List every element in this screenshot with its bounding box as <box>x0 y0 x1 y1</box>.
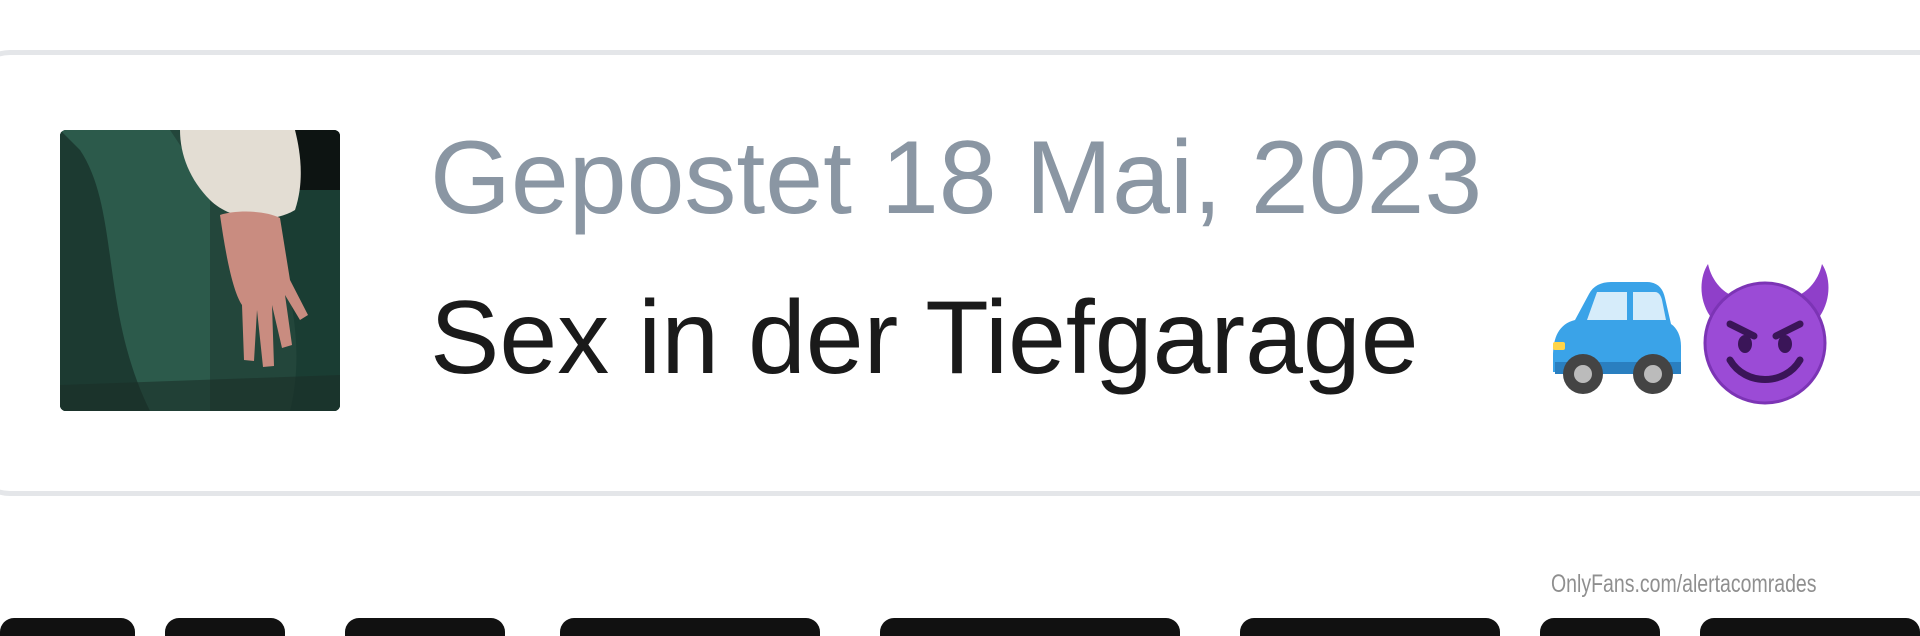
watermark: OnlyFans.com/alertacomrades <box>1551 570 1817 598</box>
post-date: Gepostet 18 Mai, 2023 <box>430 120 1483 236</box>
page: Gepostet 18 Mai, 2023 Sex in der Tiefgar… <box>0 0 1920 636</box>
post-title: Sex in der Tiefgarage <box>430 280 1419 396</box>
smiling-devil-icon <box>1701 264 1829 405</box>
thumbnail-image <box>60 130 340 411</box>
car-icon <box>1553 282 1681 394</box>
next-section-text-cutoff <box>0 610 1920 636</box>
post-thumbnail[interactable] <box>60 130 340 411</box>
